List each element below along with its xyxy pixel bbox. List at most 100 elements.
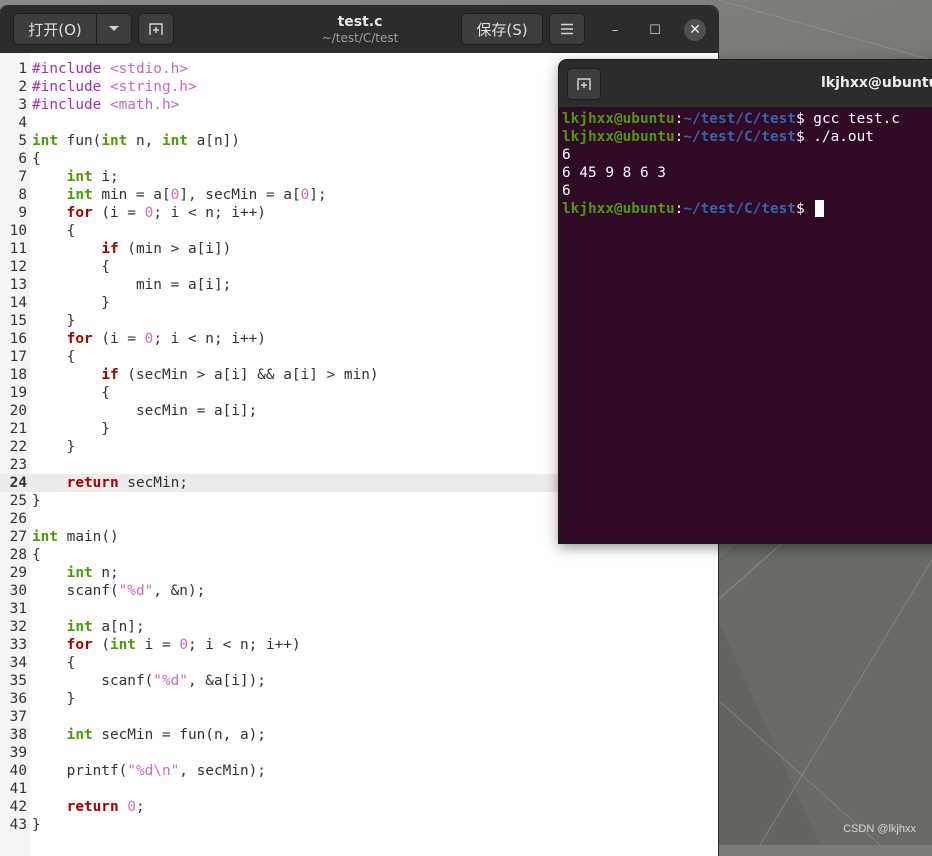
code-token: { [32, 655, 76, 671]
line-number: 3 [18, 97, 27, 113]
code-line[interactable]: 30 scanf("%d", &n); [0, 582, 718, 600]
prompt-separator: : [674, 201, 684, 217]
close-button[interactable]: ✕ [684, 19, 706, 41]
code-line[interactable]: 29 int n; [0, 564, 718, 582]
code-text: int i; [32, 168, 119, 186]
code-token: { [32, 349, 76, 365]
maximize-button[interactable]: ☐ [646, 21, 664, 39]
code-token: int [109, 637, 136, 653]
open-menu-button[interactable] [96, 13, 132, 45]
code-token: } [32, 493, 41, 509]
code-token: "%d\n" [127, 763, 180, 779]
line-number: 35 [9, 673, 27, 689]
terminal-cursor [815, 200, 825, 217]
line-number: 8 [18, 187, 27, 203]
open-button[interactable]: 打开(O) [13, 13, 97, 45]
code-line[interactable]: 28 { [0, 546, 718, 564]
code-line[interactable]: 33 for (int i = 0; i < n; i++) [0, 636, 718, 654]
output-text: 6 [562, 183, 571, 199]
code-token: secMin = a[i]; [32, 403, 258, 419]
main-menu-button[interactable] [549, 13, 585, 45]
prompt-user: lkjhxx@ubuntu [562, 201, 675, 217]
save-button[interactable]: 保存(S) [461, 13, 543, 45]
code-text: } [32, 312, 76, 330]
code-token: secMin = fun(n, a); [92, 727, 266, 743]
code-text: { [32, 222, 76, 240]
line-number: 1 [18, 61, 27, 77]
code-token: <math.h> [109, 97, 180, 113]
code-token: 0 [300, 187, 310, 203]
code-token: 0 [170, 187, 180, 203]
code-token: <stdio.h> [109, 61, 188, 77]
code-token: fun( [58, 133, 102, 149]
prompt-path: ~/test/C/test [683, 201, 796, 217]
code-text: if (secMin > a[i] && a[i] > min) [32, 366, 379, 384]
code-line[interactable]: 35 scanf("%d", &a[i]); [0, 672, 718, 690]
code-line[interactable]: 40 printf("%d\n", secMin); [0, 762, 718, 780]
code-token: a[n]; [92, 619, 145, 635]
terminal-output[interactable]: lkjhxx@ubuntu:~/test/C/test$ gcc test.c l… [559, 107, 932, 543]
new-tab-button[interactable] [138, 13, 174, 45]
code-text: #include <stdio.h> [32, 60, 188, 78]
code-text: int main() [32, 528, 119, 546]
code-line[interactable]: 39 [0, 744, 718, 762]
code-token: , &n); [153, 583, 206, 599]
code-line[interactable]: 32 int a[n]; [0, 618, 718, 636]
terminal-headerbar: lkjhxx@ubuntu: ~/test/C/test [559, 60, 932, 108]
code-line[interactable]: 31 [0, 600, 718, 618]
code-text: for (i = 0; i < n; i++) [32, 330, 266, 348]
line-number: 17 [9, 349, 27, 365]
chevron-down-icon [109, 26, 119, 31]
prompt-user: lkjhxx@ubuntu [562, 129, 675, 145]
code-text: } [32, 420, 110, 438]
code-token: for [66, 205, 93, 221]
code-token: #include [32, 79, 110, 95]
window-title-block: test.c ~/test/C/test [240, 14, 480, 46]
line-number: 24 [9, 475, 27, 491]
code-line[interactable]: 38 int secMin = fun(n, a); [0, 726, 718, 744]
code-token: a[n]) [187, 133, 240, 149]
code-token: n; [92, 565, 119, 581]
prompt-symbol: $ [795, 111, 814, 127]
terminal-new-tab-button[interactable] [567, 68, 601, 100]
code-token: ; i < n; i++) [153, 331, 266, 347]
code-token: (i = [92, 331, 145, 347]
code-token: for [66, 331, 93, 347]
code-text: if (min > a[i]) [32, 240, 231, 258]
code-line[interactable]: 37 [0, 708, 718, 726]
line-number: 36 [9, 691, 27, 707]
code-line[interactable]: 43} [0, 816, 718, 834]
code-text: } [32, 816, 41, 834]
code-line[interactable]: 36 } [0, 690, 718, 708]
line-number: 10 [9, 223, 27, 239]
line-number: 4 [18, 115, 27, 131]
watermark: CSDN @lkjhxx [843, 823, 916, 835]
prompt-user: lkjhxx@ubuntu [562, 111, 675, 127]
line-number: 7 [18, 169, 27, 185]
code-token: main() [58, 529, 119, 545]
code-token: 0 [179, 637, 188, 653]
code-line[interactable]: 41 [0, 780, 718, 798]
prompt-symbol: $ [795, 129, 814, 145]
code-token: , secMin); [179, 763, 266, 779]
code-line[interactable]: 42 return 0; [0, 798, 718, 816]
minimize-button[interactable]: – [606, 21, 624, 39]
line-number: 29 [9, 565, 27, 581]
code-text: printf("%d\n", secMin); [32, 762, 266, 780]
prompt-symbol: $ [795, 201, 814, 217]
code-line[interactable]: 34 { [0, 654, 718, 672]
line-number: 13 [9, 277, 27, 293]
window-subtitle: ~/test/C/test [321, 31, 399, 45]
line-number: 37 [9, 709, 27, 725]
code-token: 0 [144, 331, 154, 347]
code-text: { [32, 546, 41, 564]
code-text: scanf("%d", &n); [32, 582, 206, 600]
code-token: (min > a[i]) [118, 241, 232, 257]
line-number: 27 [9, 529, 27, 545]
command-text: ./a.out [813, 129, 874, 145]
code-token: (secMin > a[i] && a[i] > min) [118, 367, 379, 383]
code-token: return [66, 475, 119, 491]
